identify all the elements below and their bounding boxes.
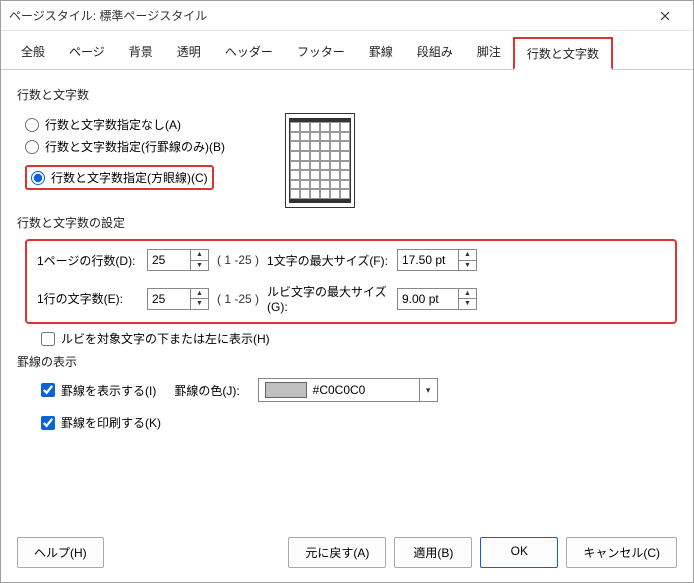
- window-title: ページスタイル: 標準ページスタイル: [9, 7, 645, 24]
- color-swatch-icon: [265, 382, 307, 398]
- apply-button[interactable]: 適用(B): [394, 537, 472, 568]
- radio-none-label: 行数と文字数指定なし(A): [45, 116, 181, 133]
- section1-title: 行数と文字数: [17, 86, 677, 103]
- radio-none[interactable]: [25, 118, 39, 132]
- tab-header[interactable]: ヘッダー: [213, 37, 285, 69]
- lines-label: 1ページの行数(D):: [37, 252, 147, 269]
- show-border-checkbox[interactable]: [41, 383, 55, 397]
- down-arrow-icon[interactable]: ▼: [459, 299, 476, 309]
- section2-title: 行数と文字数の設定: [17, 214, 677, 231]
- color-label: 罫線の色(J):: [174, 382, 239, 399]
- chars-label: 1行の文字数(E):: [37, 290, 147, 307]
- print-border-label: 罫線を印刷する(K): [61, 414, 161, 431]
- print-border-checkbox[interactable]: [41, 416, 55, 430]
- radio-lines[interactable]: [25, 140, 39, 154]
- help-button[interactable]: ヘルプ(H): [17, 537, 104, 568]
- tab-footer[interactable]: フッター: [285, 37, 357, 69]
- color-combo[interactable]: #C0C0C0 ▾: [258, 378, 438, 402]
- preview-grid-icon: [289, 118, 351, 203]
- tab-general[interactable]: 全般: [9, 37, 57, 69]
- tab-footnote[interactable]: 脚注: [465, 37, 513, 69]
- ruby-below-checkbox[interactable]: [41, 332, 55, 346]
- rubymax-input[interactable]: [398, 289, 458, 309]
- color-value: #C0C0C0: [313, 383, 366, 397]
- titlebar: ページスタイル: 標準ページスタイル: [1, 1, 693, 31]
- rubymax-label: ルビ文字の最大サイズ(G):: [267, 283, 397, 314]
- up-arrow-icon[interactable]: ▲: [459, 289, 476, 300]
- down-arrow-icon[interactable]: ▼: [459, 261, 476, 271]
- cancel-button[interactable]: キャンセル(C): [566, 537, 677, 568]
- rubymax-spinner[interactable]: ▲▼: [397, 288, 477, 310]
- down-arrow-icon[interactable]: ▼: [191, 299, 208, 309]
- lines-range: ( 1 -25 ): [217, 253, 267, 267]
- lines-input[interactable]: [148, 250, 190, 270]
- close-button[interactable]: [645, 2, 685, 30]
- tab-transparent[interactable]: 透明: [165, 37, 213, 69]
- show-border-label: 罫線を表示する(I): [61, 382, 156, 399]
- maxchar-input[interactable]: [398, 250, 458, 270]
- down-arrow-icon[interactable]: ▼: [191, 261, 208, 271]
- up-arrow-icon[interactable]: ▲: [459, 250, 476, 261]
- page-preview: [285, 113, 355, 208]
- dropdown-icon[interactable]: ▾: [419, 379, 437, 401]
- tab-page[interactable]: ページ: [57, 37, 117, 69]
- radio-grid[interactable]: [31, 171, 45, 185]
- maxchar-label: 1文字の最大サイズ(F):: [267, 252, 397, 269]
- ruby-below-label: ルビを対象文字の下または左に表示(H): [61, 330, 270, 347]
- close-icon: [660, 11, 670, 21]
- radio-lines-label: 行数と文字数指定(行罫線のみ)(B): [45, 138, 225, 155]
- maxchar-spinner[interactable]: ▲▼: [397, 249, 477, 271]
- tab-bar: 全般 ページ 背景 透明 ヘッダー フッター 罫線 段組み 脚注 行数と文字数: [1, 31, 693, 70]
- up-arrow-icon[interactable]: ▲: [191, 289, 208, 300]
- content-area: 行数と文字数 行数と文字数指定なし(A) 行数と文字数指定(行罫線のみ)(B) …: [1, 70, 693, 527]
- section3-title: 罫線の表示: [17, 353, 677, 370]
- tab-background[interactable]: 背景: [117, 37, 165, 69]
- tab-columns[interactable]: 段組み: [405, 37, 465, 69]
- ok-button[interactable]: OK: [480, 537, 558, 568]
- radio-grid-label: 行数と文字数指定(方眼線)(C): [51, 169, 208, 186]
- chars-range: ( 1 -25 ): [217, 292, 267, 306]
- lines-spinner[interactable]: ▲▼: [147, 249, 209, 271]
- grid-mode-group: 行数と文字数指定なし(A) 行数と文字数指定(行罫線のみ)(B) 行数と文字数指…: [25, 111, 225, 198]
- up-arrow-icon[interactable]: ▲: [191, 250, 208, 261]
- footer: ヘルプ(H) 元に戻す(A) 適用(B) OK キャンセル(C): [1, 527, 693, 582]
- tab-border[interactable]: 罫線: [357, 37, 405, 69]
- chars-spinner[interactable]: ▲▼: [147, 288, 209, 310]
- settings-box: 1ページの行数(D): ▲▼ ( 1 -25 ) 1文字の最大サイズ(F): ▲…: [25, 239, 677, 324]
- chars-input[interactable]: [148, 289, 190, 309]
- tab-grid[interactable]: 行数と文字数: [513, 37, 613, 70]
- reset-button[interactable]: 元に戻す(A): [288, 537, 386, 568]
